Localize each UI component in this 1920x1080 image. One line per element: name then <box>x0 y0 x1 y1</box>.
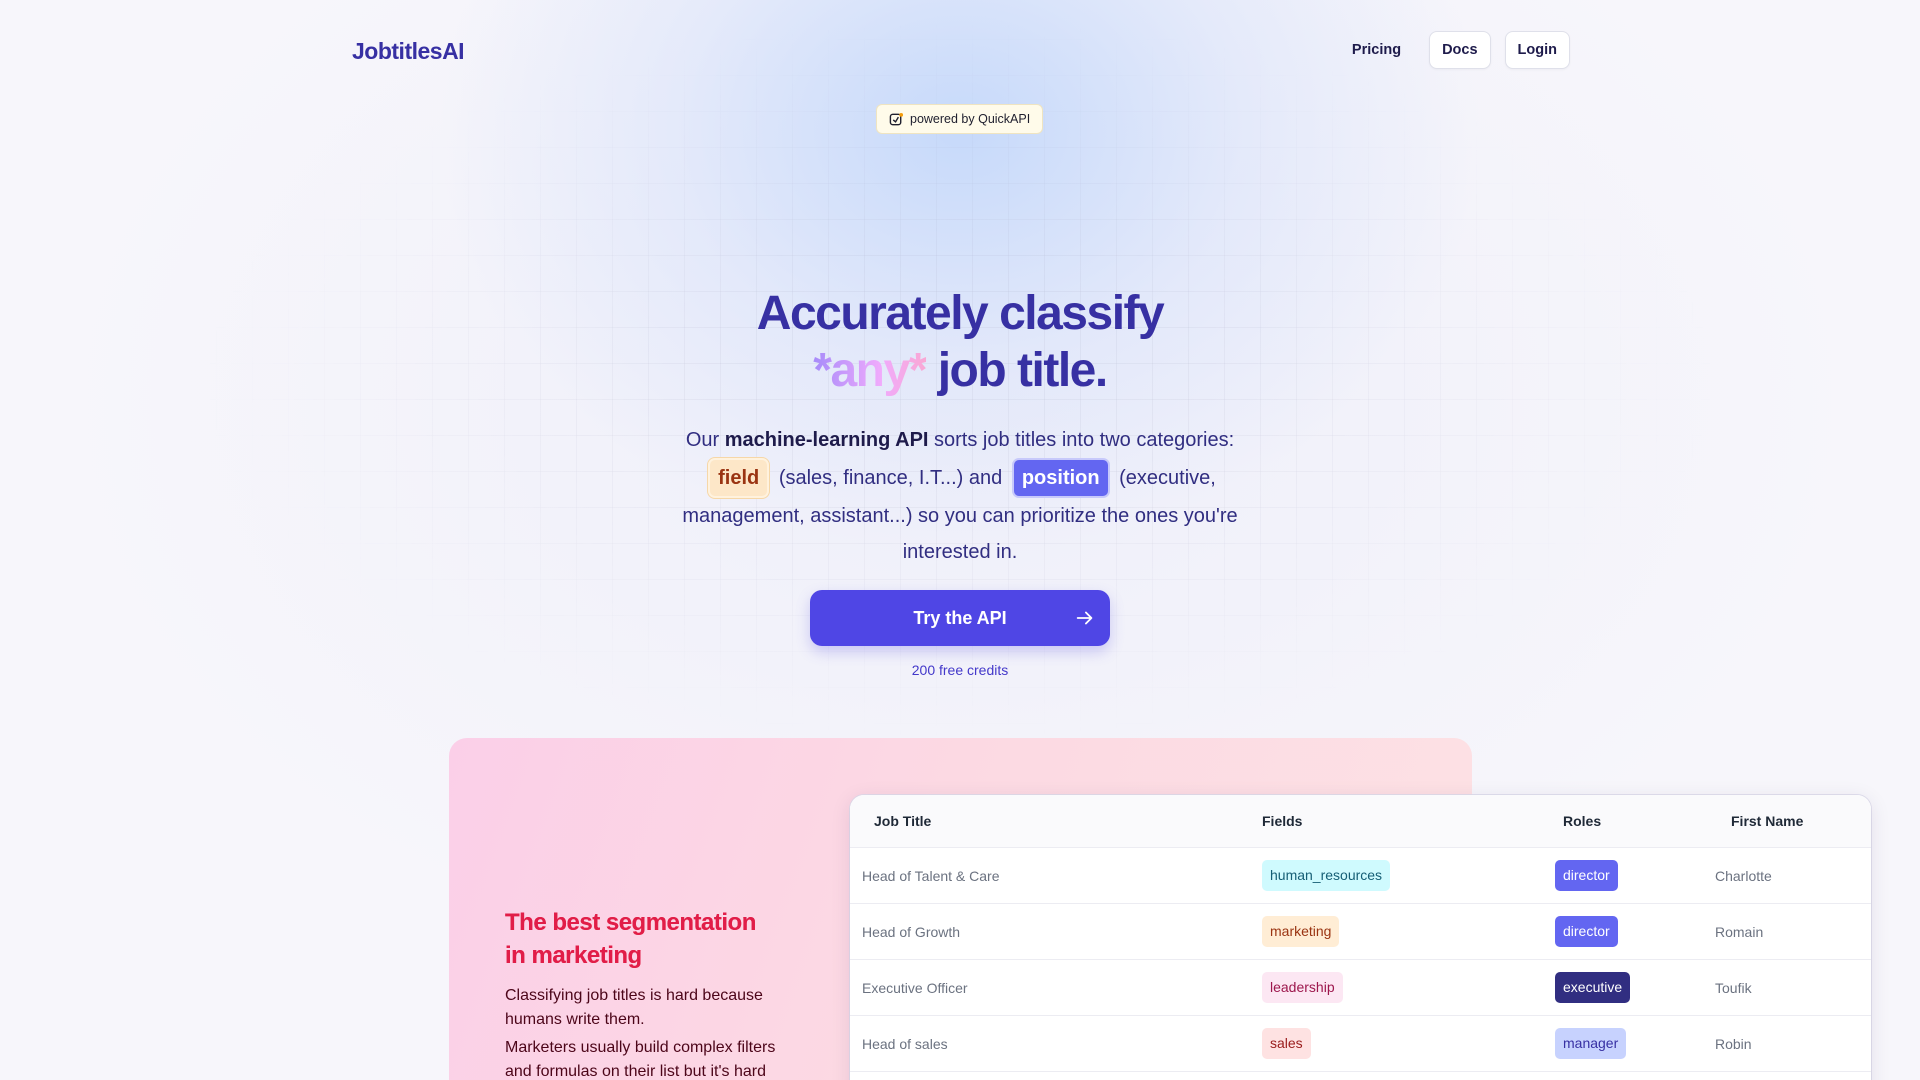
role-badge: manager <box>1555 1028 1627 1059</box>
cell-job-title: Head of sales <box>862 1035 948 1052</box>
segmentation-title: The best segmentation in marketing <box>505 906 805 972</box>
free-credits-text: 200 free credits <box>911 662 1009 678</box>
hero-description: Our machine-learning API sorts job title… <box>670 422 1250 570</box>
segmentation-title-line1: The best segmentation <box>505 909 756 936</box>
cell-first-name: Charlotte <box>1715 867 1772 884</box>
hero-desc-mid: sorts job titles into two categories: <box>928 429 1235 451</box>
hero-title-line1: Accurately classify <box>756 287 1165 340</box>
nav-pricing-link[interactable]: Pricing <box>1338 33 1415 67</box>
field-tag: field <box>708 458 770 498</box>
top-nav: Pricing Docs Login <box>1338 31 1570 69</box>
powered-by-text: powered by QuickAPI <box>910 112 1031 126</box>
header-first-name: First Name <box>1731 813 1804 829</box>
cell-job-title: Head of Talent & Care <box>862 867 1000 884</box>
field-badge: marketing <box>1262 916 1340 947</box>
try-api-button[interactable]: Try the API <box>810 590 1110 646</box>
table-row: Head of Talent & Care human_resources di… <box>850 847 1871 903</box>
quickapi-logo-icon <box>889 112 904 125</box>
nav-docs-button[interactable]: Docs <box>1429 31 1491 69</box>
field-badge: leadership <box>1262 972 1343 1003</box>
segmentation-title-line2: in marketing <box>505 942 642 969</box>
table-row: Head of Growth marketing director Romain <box>850 903 1871 959</box>
table-row: Head of sales sales manager Robin <box>850 1015 1871 1071</box>
hero-desc-pre: Our <box>685 429 725 451</box>
field-badge: sales <box>1262 1028 1311 1059</box>
table-row: Executive Officer leadership executive T… <box>850 959 1871 1015</box>
hero-desc-bold: machine-learning API <box>724 429 929 451</box>
header-job-title: Job Title <box>874 813 932 829</box>
field-badge: human_resources <box>1262 860 1391 891</box>
segmentation-paragraph-1: Classifying job titles is hard because h… <box>505 987 763 1028</box>
hero-title-any: *any* <box>813 344 927 397</box>
table-row <box>850 1071 1871 1080</box>
logo[interactable]: JobtitlesAI <box>352 38 465 65</box>
try-api-label: Try the API <box>913 607 1007 628</box>
hero-title: Accurately classify *any* job title. <box>660 285 1260 399</box>
role-badge: director <box>1555 916 1618 947</box>
job-titles-table: Job Title Fields Roles First Name Head o… <box>850 795 1871 1080</box>
cell-job-title: Head of Growth <box>862 923 961 940</box>
header-roles: Roles <box>1563 813 1602 829</box>
table-header: Job Title Fields Roles First Name <box>850 795 1871 847</box>
nav-login-button[interactable]: Login <box>1504 31 1570 69</box>
position-tag: position <box>1011 458 1110 498</box>
cell-first-name: Romain <box>1715 923 1764 940</box>
segmentation-paragraph-2: Marketers usually build complex filters … <box>505 1039 776 1080</box>
powered-by-badge[interactable]: powered by QuickAPI <box>876 104 1044 134</box>
header-fields: Fields <box>1262 813 1303 829</box>
cell-first-name: Toufik <box>1715 979 1752 996</box>
cell-first-name: Robin <box>1715 1035 1752 1052</box>
role-badge: executive <box>1555 972 1631 1003</box>
hero-desc-field-examples: (sales, finance, I.T...) and <box>773 467 1008 489</box>
cell-job-title: Executive Officer <box>862 979 968 996</box>
role-badge: director <box>1555 860 1618 891</box>
hero-title-rest: job title. <box>925 344 1108 397</box>
arrow-right-icon <box>1076 611 1093 625</box>
